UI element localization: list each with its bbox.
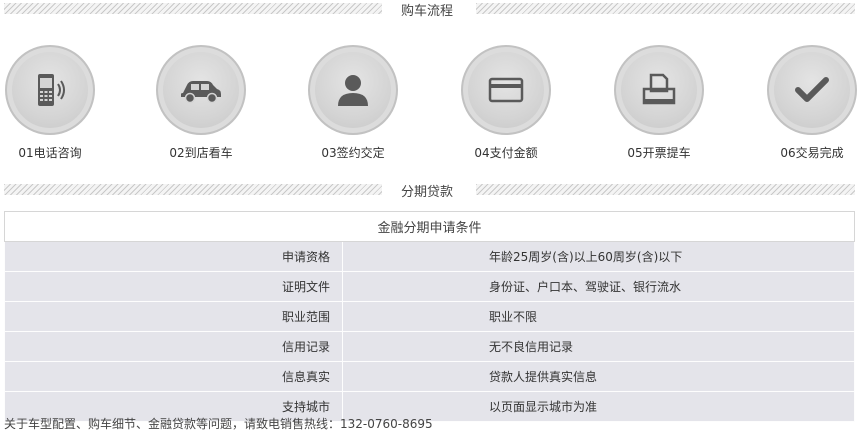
step-phone-consult: 01电话咨询: [0, 45, 115, 161]
sales-hotline-note: 关于车型配置、购车细节、金融贷款等问题，请致电销售热线：132-0760-869…: [4, 417, 433, 431]
car-icon: [181, 81, 221, 104]
loan-divider: 分期贷款: [0, 181, 859, 200]
card-icon: [488, 77, 524, 103]
condition-value: 无不良信用记录: [342, 331, 855, 362]
step-view-car: 02到店看车: [136, 45, 266, 161]
condition-value: 年龄25周岁(含)以上60周岁(含)以下: [342, 241, 855, 272]
divider-stripe-left: [4, 3, 382, 14]
step-circle: [5, 45, 95, 135]
person-icon: [338, 75, 368, 106]
divider-stripe-right: [476, 184, 855, 195]
purchase-flow-title: 购车流程: [401, 4, 454, 19]
table-row: 信息真实 贷款人提供真实信息: [4, 361, 855, 392]
step-label: 05开票提车: [627, 146, 691, 160]
condition-value: 职业不限: [342, 301, 855, 332]
step-circle: [156, 45, 246, 135]
step-label: 02到店看车: [169, 146, 233, 160]
condition-key: 证明文件: [4, 271, 343, 302]
step-invoice-pickup: 05开票提车: [594, 45, 724, 161]
checkmark-icon: [795, 77, 829, 102]
step-circle: [461, 45, 551, 135]
phone-icon: [38, 74, 65, 106]
step-circle: [308, 45, 398, 135]
step-label: 01电话咨询: [18, 146, 82, 160]
condition-key: 申请资格: [4, 241, 343, 272]
table-title: 金融分期申请条件: [4, 211, 855, 242]
condition-key: 信息真实: [4, 361, 343, 392]
loan-title: 分期贷款: [401, 185, 454, 200]
step-label: 03签约交定: [321, 146, 385, 160]
step-payment: 04支付金额: [441, 45, 571, 161]
condition-key: 职业范围: [4, 301, 343, 332]
condition-key: 信用记录: [4, 331, 343, 362]
step-label: 06交易完成: [780, 146, 844, 160]
divider-stripe-left: [4, 184, 382, 195]
divider-stripe-right: [476, 3, 855, 14]
step-sign-deposit: 03签约交定: [288, 45, 418, 161]
table-row: 证明文件 身份证、户口本、驾驶证、银行流水: [4, 271, 855, 302]
table-row: 职业范围 职业不限: [4, 301, 855, 332]
table-row: 信用记录 无不良信用记录: [4, 331, 855, 362]
step-label: 04支付金额: [474, 146, 538, 160]
step-circle: [767, 45, 857, 135]
table-title-row: 金融分期申请条件: [4, 211, 855, 242]
printer-icon: [642, 73, 676, 105]
step-circle: [614, 45, 704, 135]
purchase-flow-divider: 购车流程: [0, 0, 859, 19]
condition-value: 贷款人提供真实信息: [342, 361, 855, 392]
loan-conditions-table: 金融分期申请条件 申请资格 年龄25周岁(含)以上60周岁(含)以下 证明文件 …: [4, 211, 855, 422]
condition-value: 身份证、户口本、驾驶证、银行流水: [342, 271, 855, 302]
table-row: 申请资格 年龄25周岁(含)以上60周岁(含)以下: [4, 241, 855, 272]
step-deal-complete: 06交易完成: [747, 45, 859, 161]
